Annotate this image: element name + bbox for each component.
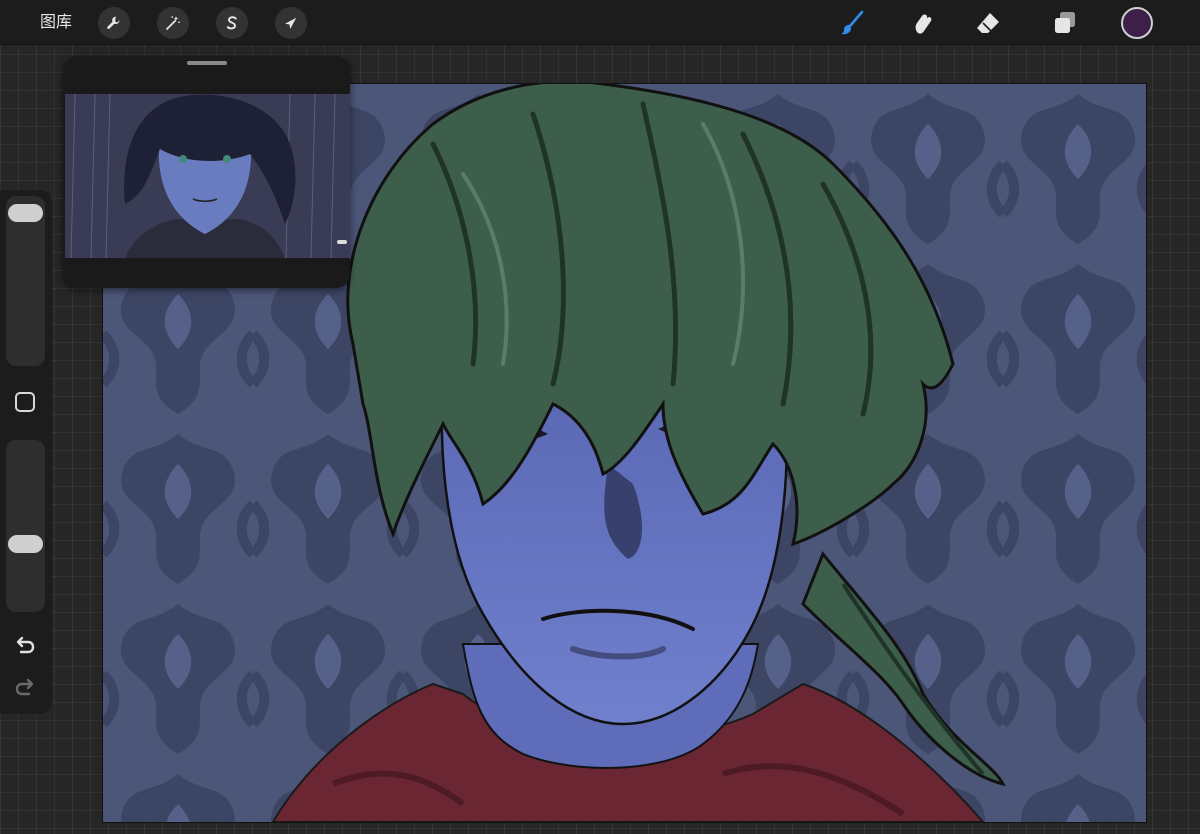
layers-icon <box>1055 12 1075 33</box>
actions-button[interactable] <box>98 7 130 39</box>
layers-button[interactable] <box>1049 7 1081 39</box>
magic-wand-icon <box>166 16 180 30</box>
redo-icon[interactable] <box>12 676 38 702</box>
eraser-tool-button[interactable] <box>972 7 1004 39</box>
paint-tool-button[interactable] <box>836 7 868 39</box>
wrench-icon <box>107 16 120 29</box>
transform-button[interactable] <box>275 7 307 39</box>
modify-button[interactable] <box>15 392 35 412</box>
selection-s-icon <box>226 16 237 30</box>
top-toolbar: 图库 <box>0 0 1200 45</box>
eraser-icon <box>977 13 999 33</box>
opacity-slider[interactable] <box>6 440 45 612</box>
left-sidebar <box>0 190 52 714</box>
undo-icon[interactable] <box>12 634 38 660</box>
arrow-cursor-icon <box>285 17 297 29</box>
reference-drag-handle[interactable] <box>187 61 227 65</box>
smudge-icon <box>915 14 932 34</box>
brush-size-thumb[interactable] <box>8 204 43 223</box>
brush-size-slider[interactable] <box>6 196 45 366</box>
adjustments-button[interactable] <box>157 7 189 39</box>
smudge-tool-button[interactable] <box>907 7 939 39</box>
selection-button[interactable] <box>216 7 248 39</box>
procreate-app: 图库 <box>0 0 1200 834</box>
brush-icon <box>841 10 864 35</box>
reference-window[interactable] <box>63 56 350 288</box>
reference-image <box>65 94 350 258</box>
gallery-button[interactable]: 图库 <box>40 11 72 33</box>
color-picker-button[interactable] <box>1121 7 1153 39</box>
opacity-thumb[interactable] <box>8 534 43 553</box>
